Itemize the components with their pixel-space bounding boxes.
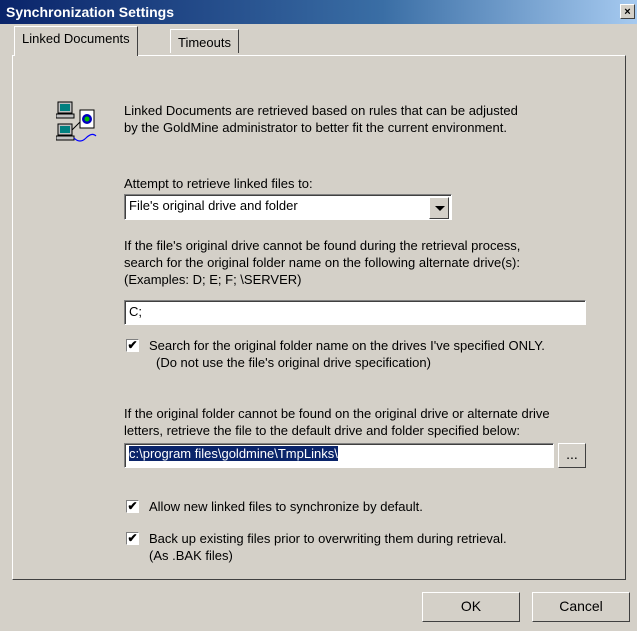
only-specified-drives-note: (Do not use the file's original drive sp… (156, 355, 431, 370)
alternate-examples: (Examples: D; E; F; \SERVER) (124, 272, 302, 287)
intro-line-1: Linked Documents are retrieved based on … (124, 103, 518, 118)
allow-sync-label: Allow new linked files to synchronize by… (149, 499, 423, 514)
alternate-drives-value: C; (129, 304, 142, 319)
linked-computers-icon (55, 100, 102, 146)
retrieve-label: Attempt to retrieve linked files to: (124, 176, 313, 191)
tab-timeouts[interactable]: Timeouts (170, 29, 239, 53)
cancel-button[interactable]: Cancel (532, 592, 630, 622)
only-specified-drives-checkbox[interactable]: ✔ (126, 339, 139, 352)
backup-files-note: (As .BAK files) (149, 548, 233, 563)
ok-button[interactable]: OK (422, 592, 520, 622)
default-folder-input[interactable]: c:\program files\goldmine\TmpLinks\ (124, 443, 554, 468)
retrieve-dropdown-value: File's original drive and folder (129, 198, 298, 213)
default-folder-line-2: letters, retrieve the file to the defaul… (124, 423, 520, 438)
alternate-line-1: If the file's original drive cannot be f… (124, 238, 521, 253)
close-button[interactable]: × (620, 4, 635, 19)
alternate-line-2: search for the original folder name on t… (124, 255, 520, 270)
browse-button[interactable]: ... (558, 443, 586, 468)
allow-sync-checkbox[interactable]: ✔ (126, 500, 139, 513)
intro-line-2: by the GoldMine administrator to better … (124, 120, 507, 135)
alternate-drives-input[interactable]: C; (124, 300, 586, 325)
only-specified-drives-label: Search for the original folder name on t… (149, 338, 545, 353)
default-folder-line-1: If the original folder cannot be found o… (124, 406, 550, 421)
window-title: Synchronization Settings (6, 4, 175, 20)
backup-files-checkbox[interactable]: ✔ (126, 532, 139, 545)
tab-linked-documents[interactable]: Linked Documents (14, 26, 138, 56)
backup-files-label: Back up existing files prior to overwrit… (149, 531, 507, 546)
retrieve-dropdown[interactable]: File's original drive and folder (124, 194, 452, 220)
chevron-down-icon[interactable] (429, 197, 449, 219)
default-folder-value: c:\program files\goldmine\TmpLinks\ (129, 446, 338, 461)
title-bar: Synchronization Settings × (0, 0, 637, 24)
